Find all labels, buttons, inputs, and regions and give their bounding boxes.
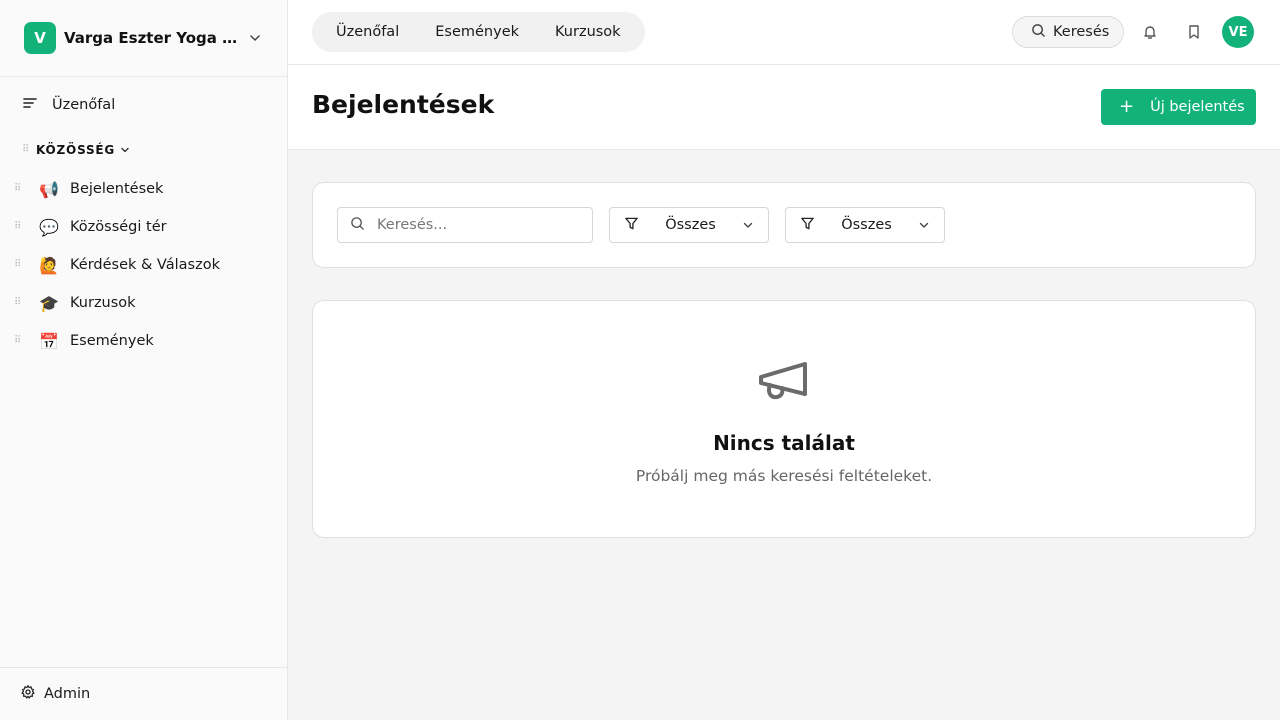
page-title: Bejelentések <box>312 90 495 119</box>
admin-link[interactable]: Admin <box>0 667 287 720</box>
page-header: Bejelentések + Új bejelentés <box>288 65 1280 150</box>
megaphone-icon <box>757 359 813 405</box>
sidebar-item-feed[interactable]: Üzenőfal <box>22 92 115 118</box>
admin-label: Admin <box>44 686 91 702</box>
sidebar-item-label: Események <box>70 333 154 349</box>
sidebar-item-qa[interactable]: ⠿ 🙋 Kérdések & Válaszok <box>14 246 287 284</box>
filter-select-1[interactable]: Összes <box>609 207 769 243</box>
bell-icon[interactable] <box>1140 22 1160 42</box>
section-header-community[interactable]: ⠿ KÖZÖSSÉG <box>22 141 131 159</box>
search-icon <box>1031 23 1046 42</box>
search-input[interactable] <box>377 217 577 233</box>
filter-select-value: Összes <box>841 217 892 233</box>
sidebar-item-announcements[interactable]: ⠿ 📢 Bejelentések <box>14 170 287 208</box>
tab-courses[interactable]: Kurzusok <box>537 12 639 52</box>
calendar-emoji-icon: 📅 <box>39 331 59 351</box>
empty-subtitle: Próbálj meg más keresési feltételeket. <box>635 467 933 485</box>
new-announcement-button[interactable]: + Új bejelentés <box>1101 89 1256 125</box>
drag-handle-icon[interactable]: ⠿ <box>14 222 22 232</box>
menu-icon <box>22 95 38 115</box>
chevron-down-icon <box>119 144 131 156</box>
community-logo: V <box>24 22 56 54</box>
drag-handle-icon[interactable]: ⠿ <box>14 184 22 194</box>
raised-hand-emoji-icon: 🙋 <box>39 255 59 275</box>
top-nav: Üzenőfal Események Kurzusok <box>312 12 645 52</box>
sidebar-item-courses[interactable]: ⠿ 🎓 Kurzusok <box>14 284 287 322</box>
search-icon <box>350 216 365 235</box>
empty-title: Nincs találat <box>713 431 855 455</box>
sidebar-item-label: Közösségi tér <box>70 219 167 235</box>
space-list: ⠿ 📢 Bejelentések ⠿ 💬 Közösségi tér ⠿ 🙋 K… <box>14 170 287 360</box>
global-search-button[interactable]: Keresés <box>1012 16 1124 48</box>
filter-icon <box>624 216 639 235</box>
sidebar-item-label: Kérdések & Válaszok <box>70 257 220 273</box>
search-field[interactable] <box>337 207 593 243</box>
chevron-down-icon <box>742 216 754 235</box>
chevron-down-icon <box>918 216 930 235</box>
graduation-cap-emoji-icon: 🎓 <box>39 293 59 313</box>
drag-handle-icon[interactable]: ⠿ <box>14 336 22 346</box>
drag-handle-icon[interactable]: ⠿ <box>22 145 30 155</box>
drag-handle-icon[interactable]: ⠿ <box>14 298 22 308</box>
empty-state: Nincs találat Próbálj meg más keresési f… <box>312 300 1256 538</box>
bookmark-icon[interactable] <box>1184 22 1204 42</box>
sidebar-item-events[interactable]: ⠿ 📅 Események <box>14 322 287 360</box>
community-switcher[interactable]: V Varga Eszter Yoga & Meditáció <box>0 0 287 77</box>
sidebar-item-community-space[interactable]: ⠿ 💬 Közösségi tér <box>14 208 287 246</box>
tab-events[interactable]: Események <box>417 12 537 52</box>
sidebar: V Varga Eszter Yoga & Meditáció Üzenőfal… <box>0 0 288 720</box>
global-search-label: Keresés <box>1053 24 1110 40</box>
megaphone-emoji-icon: 📢 <box>39 179 59 199</box>
sidebar-item-label: Kurzusok <box>70 295 136 311</box>
tab-feed[interactable]: Üzenőfal <box>318 12 417 52</box>
top-bar: Üzenőfal Események Kurzusok Keresés VE <box>288 0 1280 65</box>
section-title: KÖZÖSSÉG <box>36 143 116 157</box>
drag-handle-icon[interactable]: ⠿ <box>14 260 22 270</box>
filter-bar: Összes Összes <box>312 182 1256 268</box>
plus-icon: + <box>1119 96 1135 117</box>
filter-icon <box>800 216 815 235</box>
filter-select-2[interactable]: Összes <box>785 207 945 243</box>
filter-select-value: Összes <box>665 217 716 233</box>
sidebar-item-label: Bejelentések <box>70 181 164 197</box>
sidebar-item-label: Üzenőfal <box>52 97 116 113</box>
speech-bubble-emoji-icon: 💬 <box>39 217 59 237</box>
chevron-down-icon <box>248 31 262 45</box>
community-name: Varga Eszter Yoga & Meditáció <box>64 29 242 47</box>
avatar[interactable]: VE <box>1222 16 1254 48</box>
gear-icon <box>20 684 36 704</box>
new-announcement-label: Új bejelentés <box>1150 99 1245 115</box>
